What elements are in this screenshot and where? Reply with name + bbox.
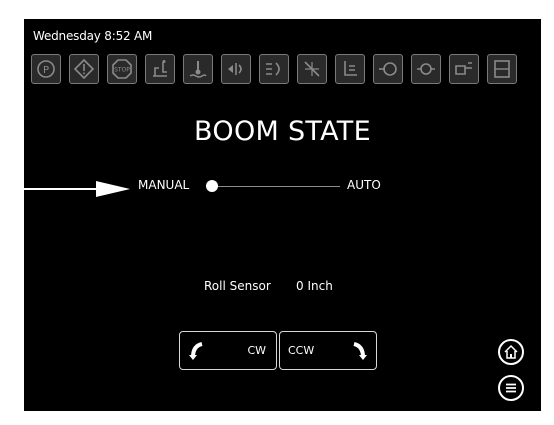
manual-label[interactable]: MANUAL	[138, 178, 189, 192]
auto-label[interactable]: AUTO	[347, 178, 381, 192]
menu-icon	[506, 383, 516, 393]
right-arrow-gauge-icon	[373, 54, 403, 84]
hazard-icon	[259, 54, 289, 84]
seat-operator-icon	[145, 54, 175, 84]
cw-label: CW	[247, 344, 266, 357]
svg-text:STOP: STOP	[114, 67, 130, 74]
home-button[interactable]	[498, 339, 524, 365]
svg-text:P: P	[43, 65, 49, 76]
stop-icon: STOP	[107, 54, 137, 84]
roll-sensor-value: 0 Inch	[296, 279, 333, 293]
fuel-nozzle-icon	[449, 54, 479, 84]
parking-brake-icon: P	[31, 54, 61, 84]
datetime-label: Wednesday 8:52 AM	[33, 29, 153, 43]
page-title: BOOM STATE	[194, 116, 371, 147]
water-temp-icon	[183, 54, 213, 84]
ccw-label: CCW	[288, 344, 315, 357]
pointer-arrow-icon	[0, 181, 130, 197]
mode-toggle-track[interactable]	[210, 186, 340, 187]
roll-sensor-label: Roll Sensor	[204, 279, 271, 293]
menu-button[interactable]	[498, 375, 524, 401]
hydraulic-icon	[335, 54, 365, 84]
engine-icon	[411, 54, 441, 84]
no-fan-icon	[297, 54, 327, 84]
rotate-cw-button[interactable]: CW	[179, 331, 277, 370]
rotate-right-arrow-icon	[353, 342, 367, 360]
fuel-level-icon	[487, 54, 517, 84]
home-icon	[504, 344, 518, 359]
status-icon-bar: P STOP	[31, 54, 537, 84]
display-screen: Wednesday 8:52 AM P STOP BOOM STATE MANU…	[24, 19, 541, 411]
rotate-ccw-button[interactable]: CCW	[279, 331, 377, 370]
mode-toggle-knob[interactable]	[206, 180, 218, 192]
warning-icon	[69, 54, 99, 84]
left-turn-icon	[221, 54, 251, 84]
rotate-left-arrow-icon	[189, 342, 203, 360]
